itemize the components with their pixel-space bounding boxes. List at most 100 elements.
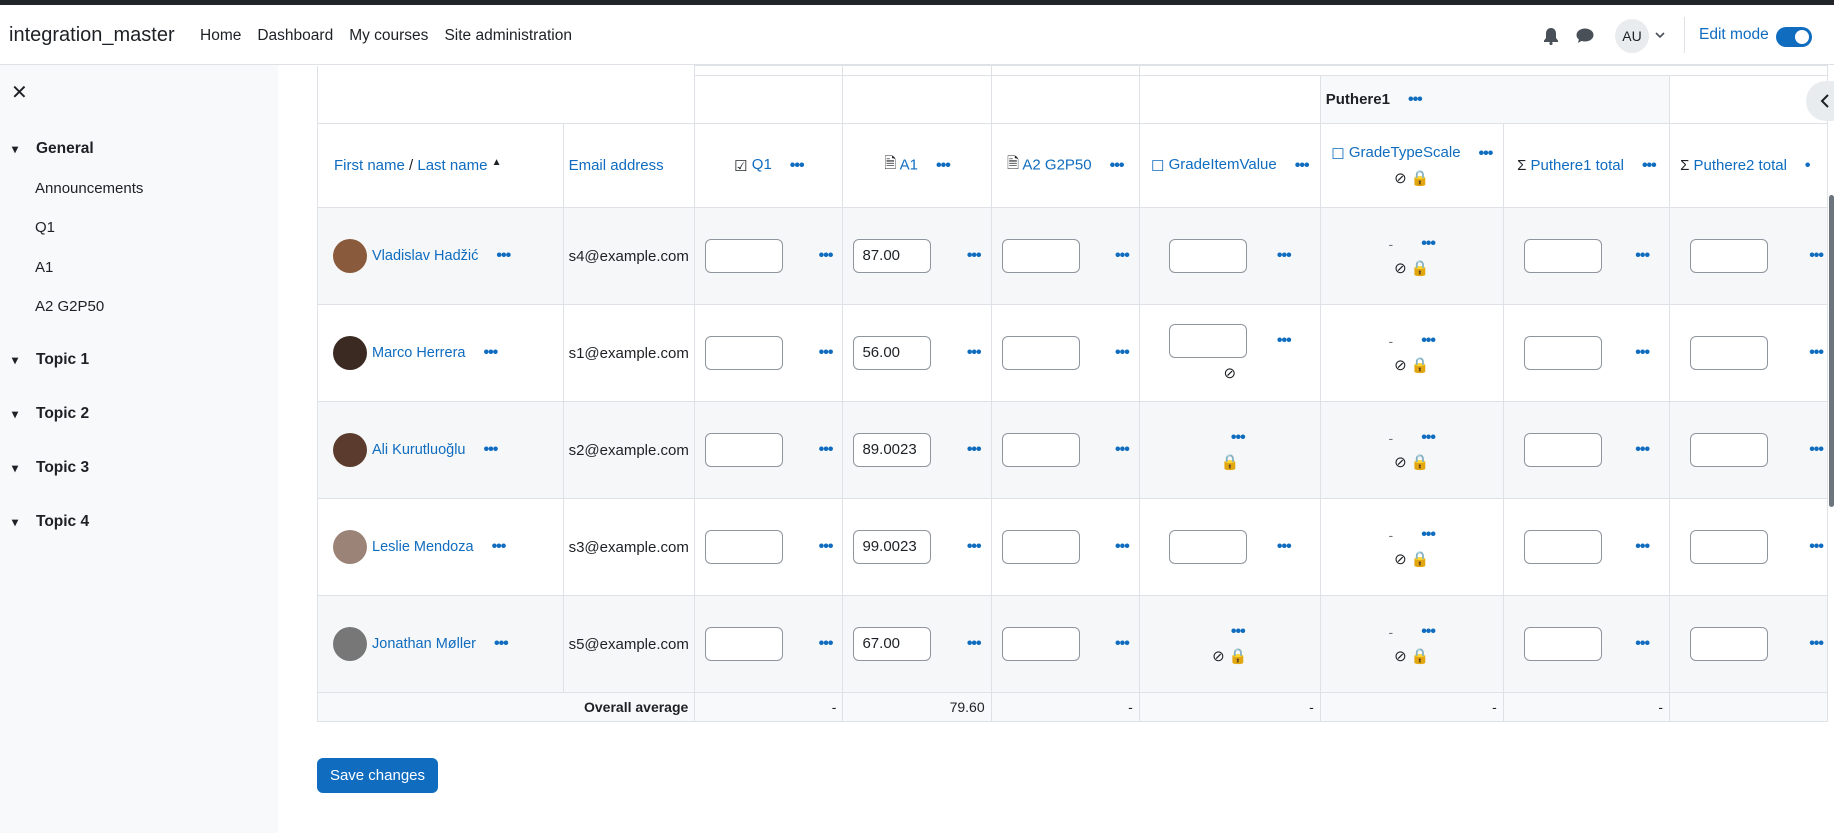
grade-input-a2[interactable]	[1001, 239, 1080, 273]
cell-actions-menu[interactable]: •••	[967, 635, 982, 653]
grade-input-gradeitemvalue[interactable]	[1168, 324, 1247, 358]
column-label[interactable]: GradeItemValue	[1169, 156, 1277, 173]
column-label[interactable]: Puthere2 total	[1694, 157, 1787, 174]
column-actions-menu[interactable]: •	[1805, 157, 1811, 175]
grade-input-a2[interactable]	[1001, 627, 1080, 661]
cell-actions-menu[interactable]: •••	[1635, 635, 1650, 653]
grade-input-puthere2-total[interactable]	[1690, 530, 1769, 564]
grade-input-a1[interactable]: 56.00	[853, 336, 932, 370]
chevron-down-icon[interactable]: ▾	[12, 461, 28, 475]
grade-input-q1[interactable]	[705, 627, 784, 661]
cell-actions-menu[interactable]: •••	[819, 344, 834, 362]
column-actions-menu[interactable]: •••	[1642, 157, 1657, 175]
cell-actions-menu[interactable]: •••	[1809, 441, 1824, 459]
grader-table-wrapper[interactable]: Puthere1 ••• First name / Last name ▲ Em…	[317, 65, 1828, 730]
student-actions-menu[interactable]: •••	[483, 344, 498, 362]
grade-input-puthere2-total[interactable]	[1690, 627, 1769, 661]
grade-input-a2[interactable]	[1001, 336, 1080, 370]
email-header-label[interactable]: Email address	[564, 157, 664, 174]
edit-mode-toggle[interactable]	[1776, 27, 1812, 47]
nav-my-courses[interactable]: My courses	[349, 27, 428, 45]
column-label[interactable]: GradeTypeScale	[1349, 144, 1461, 161]
column-actions-menu[interactable]: •••	[790, 157, 805, 175]
cell-actions-menu[interactable]: •••	[1115, 247, 1130, 265]
column-label[interactable]: A2 G2P50	[1022, 156, 1091, 173]
grade-input-puthere2-total[interactable]	[1690, 336, 1769, 370]
site-name[interactable]: integration_master	[9, 24, 175, 47]
cell-actions-menu[interactable]: •••	[1231, 623, 1246, 640]
grade-input-gradeitemvalue[interactable]	[1168, 530, 1247, 564]
column-actions-menu[interactable]: •••	[1110, 157, 1125, 175]
cell-actions-menu[interactable]: •••	[1421, 526, 1436, 544]
activity-a2-g2p50[interactable]: A2 G2P50	[35, 298, 104, 315]
cell-actions-menu[interactable]: •••	[1635, 344, 1650, 362]
section-topic-4[interactable]: ▾ Topic 4	[12, 513, 89, 531]
grade-input-puthere2-total[interactable]	[1690, 433, 1769, 467]
column-label[interactable]: A1	[900, 156, 918, 173]
cell-actions-menu[interactable]: •••	[967, 538, 982, 556]
cell-actions-menu[interactable]: •••	[1809, 247, 1824, 265]
nav-dashboard[interactable]: Dashboard	[257, 27, 333, 45]
column-label[interactable]: Puthere1 total	[1531, 157, 1624, 174]
cell-actions-menu[interactable]: •••	[1421, 623, 1436, 641]
category-actions-menu[interactable]: •••	[1408, 91, 1423, 109]
user-avatar[interactable]: AU	[1615, 19, 1649, 53]
column-actions-menu[interactable]: •••	[936, 157, 951, 175]
close-drawer-icon[interactable]: ✕	[11, 80, 28, 105]
cell-actions-menu[interactable]: •••	[1421, 429, 1436, 447]
column-actions-menu[interactable]: •••	[1295, 157, 1310, 175]
cell-actions-menu[interactable]: •••	[967, 441, 982, 459]
grade-input-q1[interactable]	[705, 336, 784, 370]
grade-input-puthere1-total[interactable]	[1523, 627, 1602, 661]
grade-input-a2[interactable]	[1001, 530, 1080, 564]
chevron-down-icon[interactable]: ▾	[12, 407, 28, 421]
save-changes-button[interactable]: Save changes	[317, 758, 438, 793]
chevron-down-icon[interactable]: ▾	[12, 353, 28, 367]
activity-q1[interactable]: Q1	[35, 219, 55, 236]
chevron-down-icon[interactable]: ▾	[12, 142, 28, 156]
cell-actions-menu[interactable]: •••	[1421, 235, 1436, 253]
cell-actions-menu[interactable]: •••	[1277, 332, 1292, 350]
grade-input-puthere1-total[interactable]	[1523, 336, 1602, 370]
messages-chat-icon[interactable]	[1576, 28, 1594, 44]
cell-actions-menu[interactable]: •••	[1231, 429, 1246, 446]
activity-announcements[interactable]: Announcements	[35, 180, 143, 197]
grade-input-q1[interactable]	[705, 239, 784, 273]
edit-mode-label[interactable]: Edit mode	[1699, 26, 1769, 44]
column-actions-menu[interactable]: •••	[1479, 145, 1494, 163]
sort-last-name[interactable]: Last name	[417, 157, 487, 174]
grade-input-a1[interactable]: 87.00	[853, 239, 932, 273]
vertical-scrollbar[interactable]	[1829, 195, 1834, 507]
nav-site-administration[interactable]: Site administration	[444, 27, 572, 45]
nav-home[interactable]: Home	[200, 27, 241, 45]
grade-input-q1[interactable]	[705, 530, 784, 564]
cell-actions-menu[interactable]: •••	[1115, 538, 1130, 556]
cell-actions-menu[interactable]: •••	[1809, 538, 1824, 556]
student-actions-menu[interactable]: •••	[484, 441, 499, 459]
section-topic-2[interactable]: ▾ Topic 2	[12, 405, 89, 423]
student-name-link[interactable]: Marco Herrera	[372, 345, 465, 361]
grade-input-puthere2-total[interactable]	[1690, 239, 1769, 273]
section-general[interactable]: ▾ General	[12, 140, 94, 158]
student-name-link[interactable]: Leslie Mendoza	[372, 539, 474, 555]
cell-actions-menu[interactable]: •••	[1421, 332, 1436, 350]
cell-actions-menu[interactable]: •••	[1277, 247, 1292, 265]
cell-actions-menu[interactable]: •••	[1115, 635, 1130, 653]
student-name-link[interactable]: Ali Kurutluoğlu	[372, 442, 466, 458]
cell-actions-menu[interactable]: •••	[967, 344, 982, 362]
student-actions-menu[interactable]: •••	[492, 538, 507, 556]
cell-actions-menu[interactable]: •••	[819, 635, 834, 653]
cell-actions-menu[interactable]: •••	[1635, 441, 1650, 459]
cell-actions-menu[interactable]: •••	[1809, 344, 1824, 362]
grade-input-puthere1-total[interactable]	[1523, 530, 1602, 564]
student-name-link[interactable]: Vladislav Hadžić	[372, 248, 478, 264]
cell-actions-menu[interactable]: •••	[1635, 247, 1650, 265]
grade-input-a2[interactable]	[1001, 433, 1080, 467]
grade-input-a1[interactable]: 99.0023	[853, 530, 932, 564]
cell-actions-menu[interactable]: •••	[1809, 635, 1824, 653]
grade-input-puthere1-total[interactable]	[1523, 433, 1602, 467]
grade-input-a1[interactable]: 67.00	[853, 627, 932, 661]
cell-actions-menu[interactable]: •••	[1115, 441, 1130, 459]
cell-actions-menu[interactable]: •••	[819, 538, 834, 556]
notifications-bell-icon[interactable]	[1543, 27, 1559, 45]
